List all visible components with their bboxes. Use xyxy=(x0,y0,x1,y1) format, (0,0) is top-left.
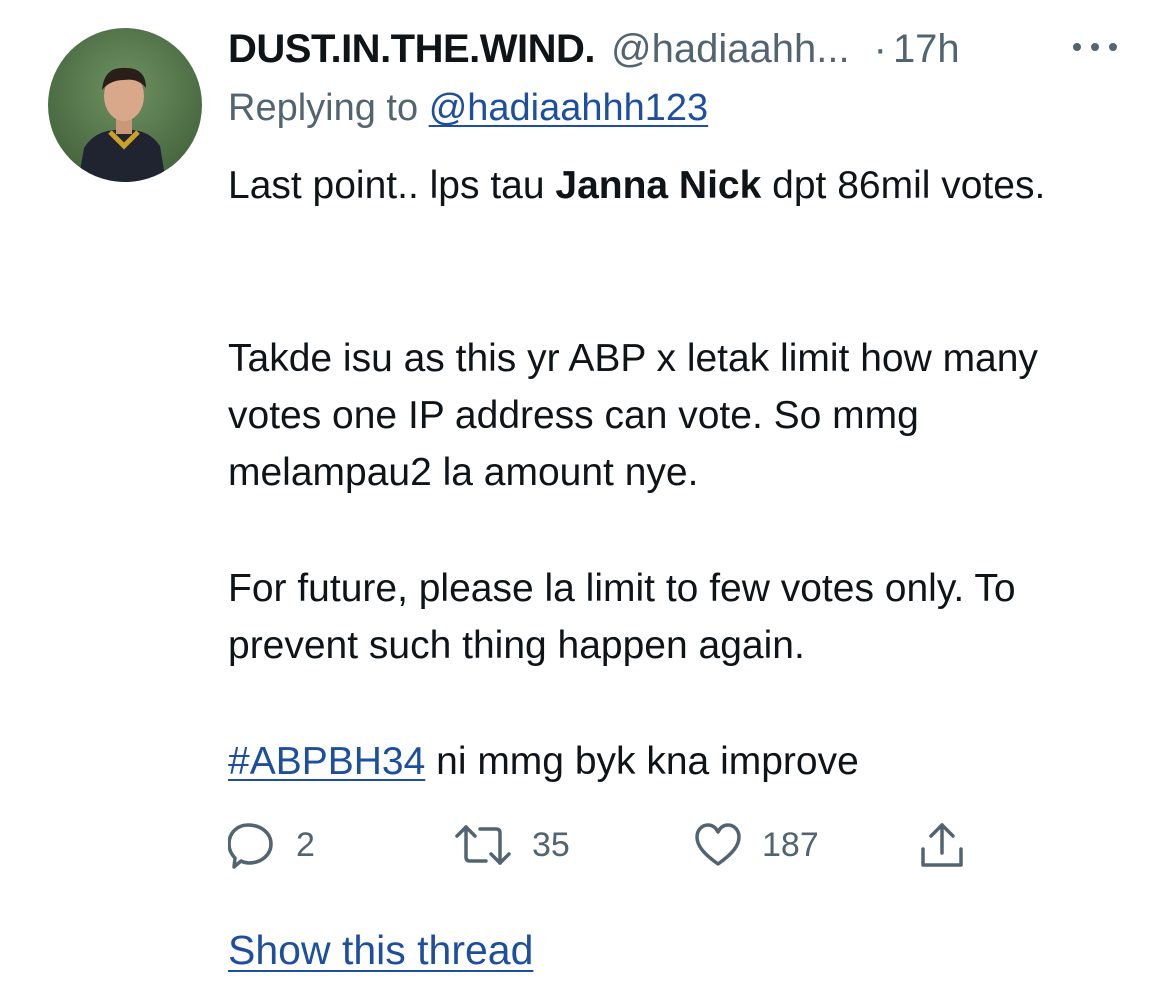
reply-to-handle-link[interactable]: @hadiaahhh123 xyxy=(429,87,709,129)
dot-icon xyxy=(1073,43,1081,51)
retweet-button[interactable]: 35 xyxy=(454,815,570,875)
like-count: 187 xyxy=(762,825,819,864)
replying-to-label: Replying to xyxy=(228,87,419,129)
heart-icon xyxy=(695,823,741,866)
tweet-text: Last point.. lps tau xyxy=(228,164,556,207)
tweet-actions: 2 35 187 xyxy=(228,815,988,875)
tweet-text-bold: Janna Nick xyxy=(555,164,762,207)
display-name[interactable]: DUST.IN.THE.WIND. xyxy=(228,24,596,74)
tweet: DUST.IN.THE.WIND. @hadiaahh... · 17h Rep… xyxy=(0,0,1170,998)
like-button[interactable]: 187 xyxy=(694,815,819,875)
dot-icon xyxy=(1109,43,1117,51)
tweet-header: DUST.IN.THE.WIND. @hadiaahh... · 17h xyxy=(228,24,1128,74)
tweet-paragraph: #ABPBH34 ni mmg byk kna improve xyxy=(228,733,1128,790)
replying-to: Replying to @hadiaahhh123 xyxy=(228,84,708,132)
timestamp[interactable]: 17h xyxy=(893,24,960,74)
separator-dot: · xyxy=(873,27,887,71)
tweet-text: ni mmg byk kna improve xyxy=(425,740,859,783)
reply-button[interactable]: 2 xyxy=(228,815,315,875)
tweet-text: dpt 86mil votes. xyxy=(761,164,1046,207)
retweet-icon xyxy=(455,825,511,865)
user-handle[interactable]: @hadiaahh... xyxy=(611,24,850,74)
retweet-count: 35 xyxy=(532,825,570,864)
tweet-paragraph: Last point.. lps tau Janna Nick dpt 86mi… xyxy=(228,157,1128,214)
tweet-paragraph: For future, please la limit to few votes… xyxy=(228,567,1016,667)
share-button[interactable] xyxy=(918,815,966,875)
avatar[interactable] xyxy=(48,28,202,182)
show-thread-link[interactable]: Show this thread xyxy=(228,920,533,980)
more-options-icon[interactable] xyxy=(1073,37,1117,57)
tweet-paragraph: Takde isu as this yr ABP x letak limit h… xyxy=(228,337,1038,494)
hashtag-link[interactable]: #ABPBH34 xyxy=(228,740,425,783)
reply-count: 2 xyxy=(296,825,315,864)
share-icon xyxy=(921,823,963,867)
dot-icon xyxy=(1091,43,1099,51)
reply-icon xyxy=(228,823,273,869)
